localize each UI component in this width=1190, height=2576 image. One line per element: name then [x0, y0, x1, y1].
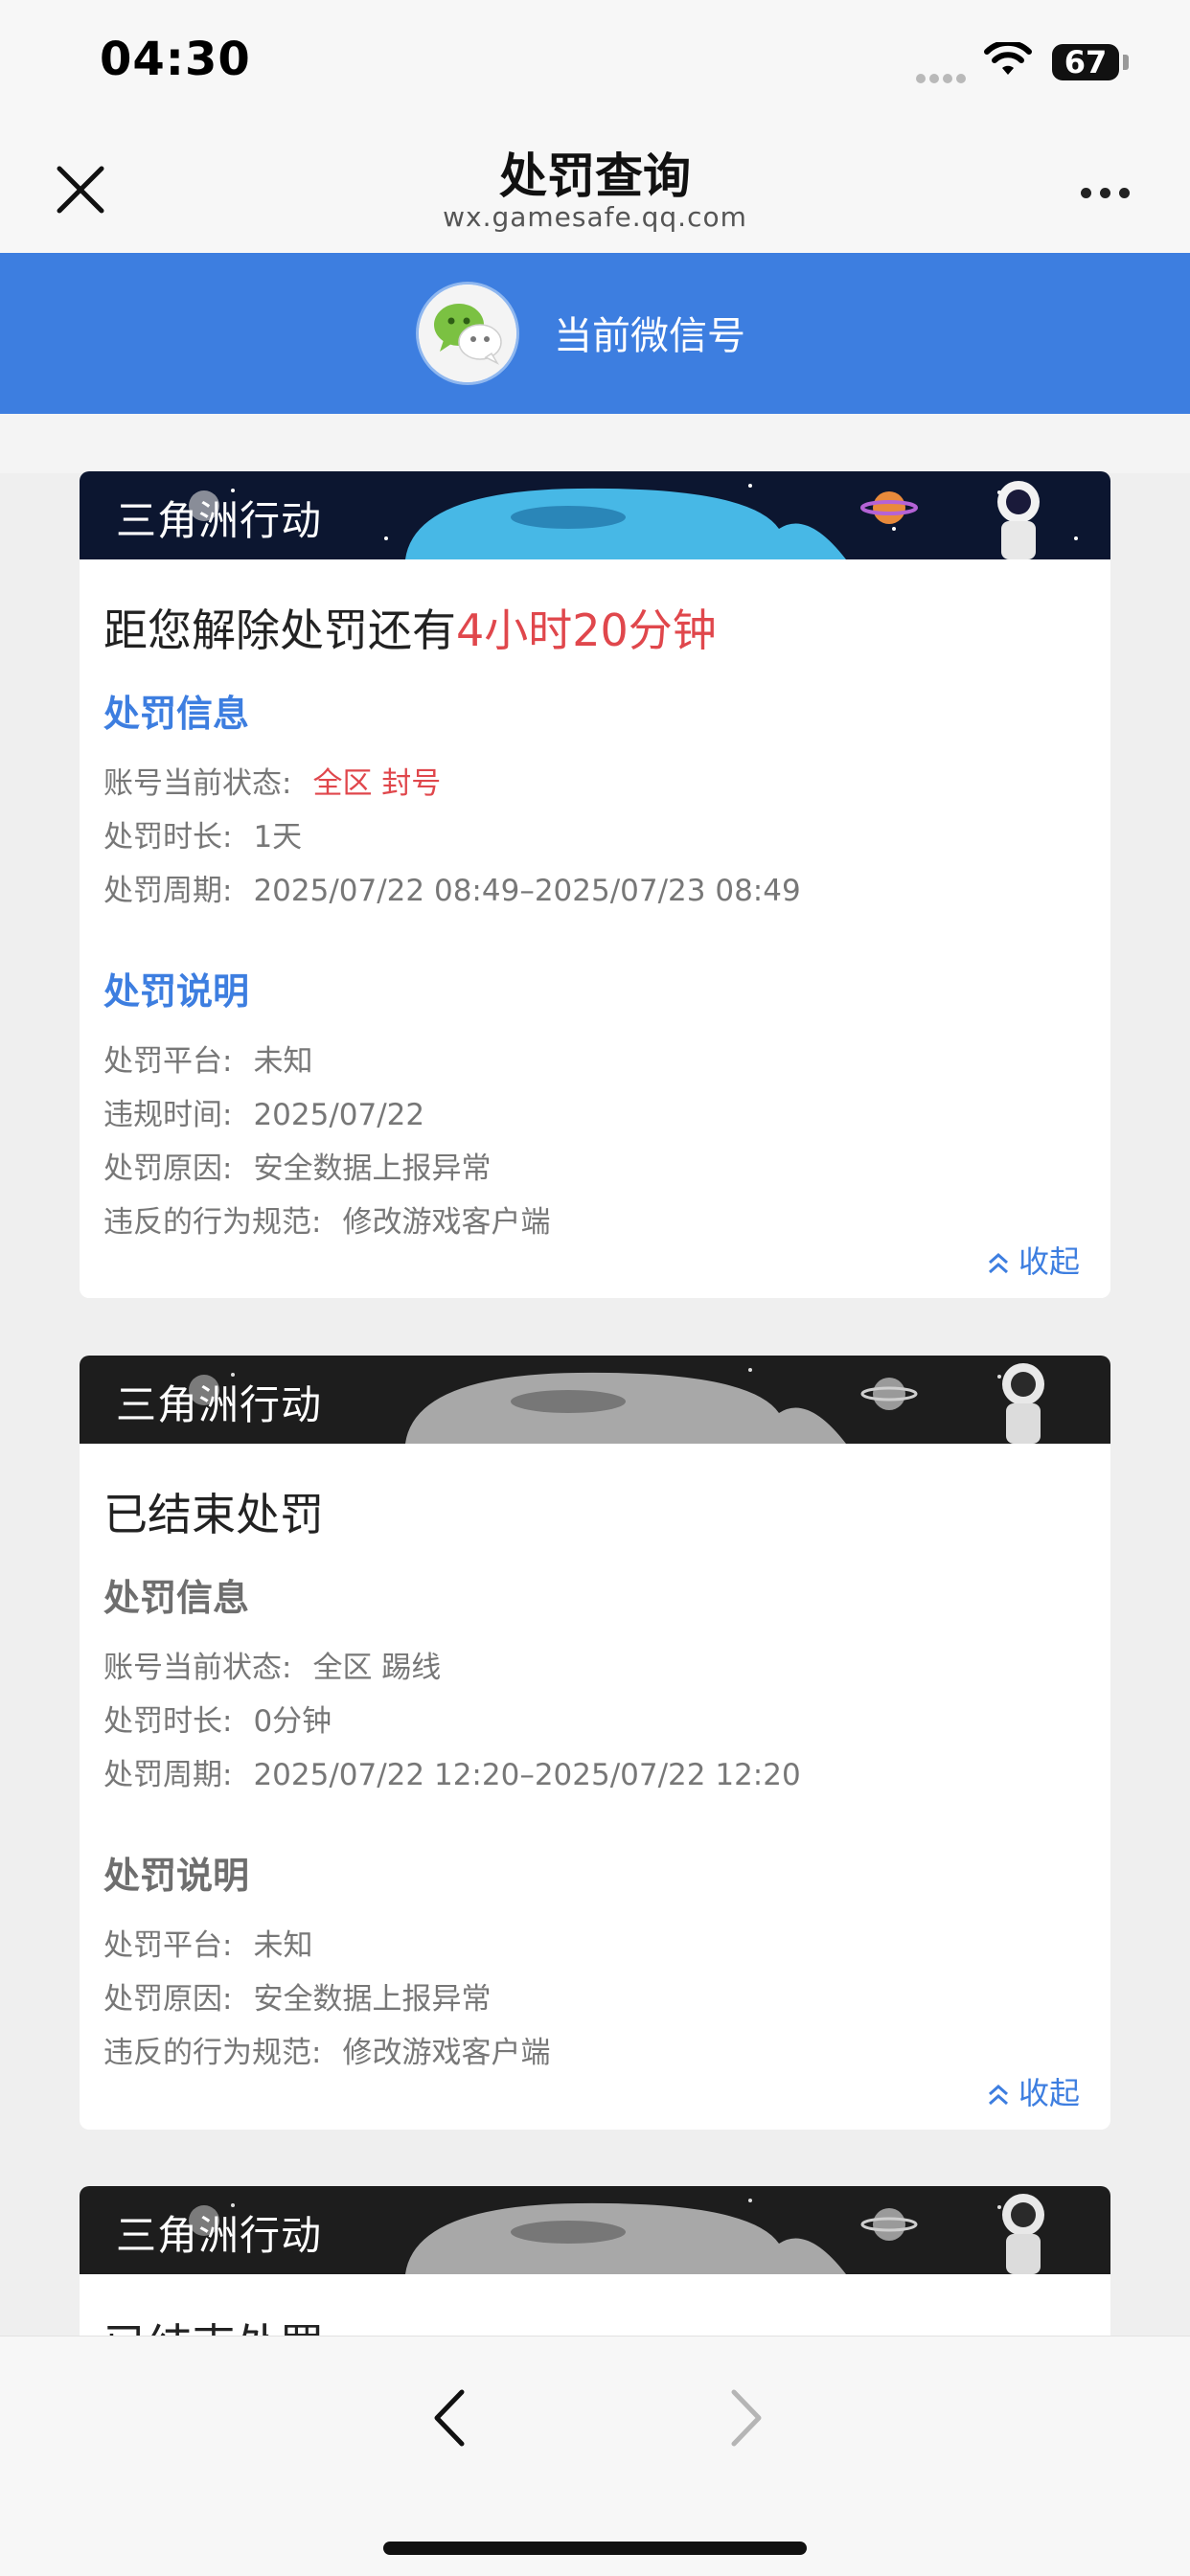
- punishment-desc-title: 处罚说明: [103, 1855, 250, 1897]
- game-name: 三角洲行动: [116, 2212, 323, 2259]
- punishment-headline: 已结束处罚: [103, 1489, 324, 1540]
- home-indicator[interactable]: [383, 2542, 807, 2555]
- punishment-card: 三角洲行动 已结束处罚 处罚信息 账号当前状态: 全区 踢线 处罚时长: 0分钟 处…: [80, 1356, 1110, 2130]
- reason-row: 处罚原因: 安全数据上报异常: [103, 1974, 491, 2017]
- rule-value: 修改游戏客户端: [342, 1205, 551, 1240]
- chevron-double-up-icon: [988, 2084, 1008, 2106]
- game-banner: 三角洲行动: [80, 1356, 1110, 1444]
- chevron-double-up-icon: [988, 1252, 1008, 1274]
- battery-icon: 67: [1052, 44, 1119, 80]
- reason-value: 安全数据上报异常: [253, 1982, 492, 2017]
- bottom-toolbar: [0, 2336, 1190, 2576]
- period-row: 处罚周期: 2025/07/22 12:20–2025/07/22 12:20: [103, 1750, 801, 1793]
- rule-row: 违反的行为规范: 修改游戏客户端: [103, 2028, 550, 2071]
- platform-label: 处罚平台:: [103, 1928, 233, 1963]
- game-name: 三角洲行动: [116, 1381, 323, 1428]
- duration-label: 处罚时长:: [103, 820, 233, 855]
- battery-tip: [1123, 55, 1129, 70]
- account-status-label: 账号当前状态:: [103, 766, 292, 801]
- wifi-icon: [984, 42, 1032, 75]
- countdown-value: 4小时20分钟: [456, 604, 717, 656]
- violation-time-label: 违规时间:: [103, 1098, 233, 1132]
- nav-bar: 处罚查询 wx.gamesafe.qq.com: [0, 125, 1190, 253]
- account-status-row: 账号当前状态: 全区 踢线: [103, 1643, 441, 1686]
- platform-value: 未知: [253, 1044, 313, 1079]
- duration-value: 1天: [253, 820, 303, 855]
- rule-row: 违反的行为规范: 修改游戏客户端: [103, 1197, 550, 1241]
- punishment-countdown: 距您解除处罚还有4小时20分钟: [103, 596, 717, 659]
- platform-value: 未知: [253, 1928, 313, 1963]
- duration-value: 0分钟: [253, 1704, 332, 1739]
- collapse-label: 收起: [1018, 1243, 1080, 1280]
- status-bar: 04:30 67: [0, 0, 1190, 125]
- page-title: 处罚查询: [499, 148, 691, 204]
- game-banner: 三角洲行动: [80, 2186, 1110, 2274]
- punishment-info-title: 处罚信息: [103, 1577, 250, 1619]
- account-status-label: 账号当前状态:: [103, 1651, 292, 1685]
- account-banner: 当前微信号: [0, 253, 1190, 414]
- wechat-icon: [416, 282, 519, 385]
- platform-row: 处罚平台: 未知: [103, 1037, 312, 1080]
- account-status-row: 账号当前状态: 全区 封号: [103, 759, 441, 802]
- duration-label: 处罚时长:: [103, 1704, 233, 1739]
- reason-label: 处罚原因:: [103, 1151, 233, 1186]
- reason-label: 处罚原因:: [103, 1982, 233, 2017]
- collapse-label: 收起: [1018, 2075, 1080, 2111]
- rule-label: 违反的行为规范:: [103, 1205, 322, 1240]
- collapse-button[interactable]: 收起: [986, 1238, 1080, 1282]
- period-label: 处罚周期:: [103, 1758, 233, 1792]
- more-icon[interactable]: [1081, 184, 1138, 198]
- rule-value: 修改游戏客户端: [342, 2036, 551, 2070]
- countdown-prefix: 距您解除处罚还有: [103, 604, 456, 656]
- status-time: 04:30: [100, 33, 251, 86]
- account-status-value: 全区 踢线: [312, 1651, 442, 1685]
- period-row: 处罚周期: 2025/07/22 08:49–2025/07/23 08:49: [103, 866, 801, 909]
- period-value: 2025/07/22 12:20–2025/07/22 12:20: [253, 1758, 801, 1792]
- violation-time-row: 违规时间: 2025/07/22: [103, 1090, 424, 1133]
- reason-row: 处罚原因: 安全数据上报异常: [103, 1144, 491, 1187]
- account-status-value: 全区 封号: [312, 766, 442, 801]
- content-divider: [0, 414, 1190, 473]
- page-domain: wx.gamesafe.qq.com: [443, 201, 747, 233]
- period-value: 2025/07/22 08:49–2025/07/23 08:49: [253, 874, 801, 908]
- chevron-left-icon[interactable]: [422, 2384, 479, 2451]
- punishment-desc-title: 处罚说明: [103, 970, 250, 1013]
- game-banner: 三角洲行动: [80, 471, 1110, 559]
- punishment-info-title: 处罚信息: [103, 693, 250, 735]
- duration-row: 处罚时长: 0分钟: [103, 1697, 332, 1740]
- collapse-button[interactable]: 收起: [986, 2069, 1080, 2113]
- platform-row: 处罚平台: 未知: [103, 1921, 312, 1964]
- rule-label: 违反的行为规范:: [103, 2036, 322, 2070]
- account-label: 当前微信号: [554, 314, 745, 358]
- punishment-card: 三角洲行动 距您解除处罚还有4小时20分钟 处罚信息 账号当前状态: 全区 封号 …: [80, 471, 1110, 1298]
- chevron-right-icon[interactable]: [717, 2384, 774, 2451]
- violation-time-value: 2025/07/22: [253, 1098, 425, 1132]
- period-label: 处罚周期:: [103, 874, 233, 908]
- reason-value: 安全数据上报异常: [253, 1151, 492, 1186]
- platform-label: 处罚平台:: [103, 1044, 233, 1079]
- duration-row: 处罚时长: 1天: [103, 812, 302, 855]
- cellular-signal-icon: [916, 69, 970, 83]
- game-name: 三角洲行动: [116, 497, 323, 544]
